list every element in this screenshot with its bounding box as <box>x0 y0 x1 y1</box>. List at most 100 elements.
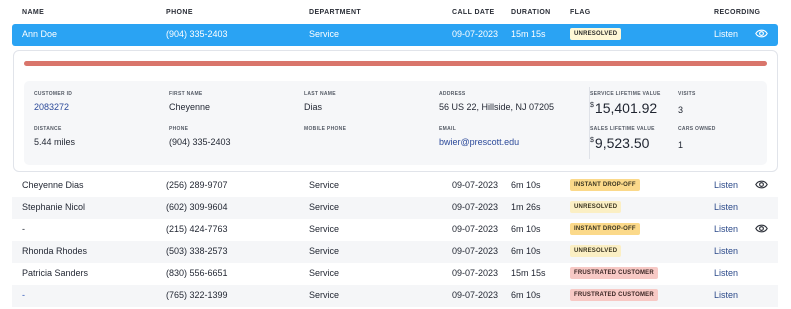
call-date: 09-07-2023 <box>452 29 499 39</box>
call-duration: 15m 15s <box>511 29 546 39</box>
caller-name: Stephanie Nicol <box>22 202 86 212</box>
customer-id-link[interactable]: 2083272 <box>34 102 72 112</box>
customer-id-field: CUSTOMER ID 2083272 <box>34 91 72 112</box>
address-value: 56 US 22, Hillside, NJ 07205 <box>439 102 555 112</box>
eye-icon[interactable] <box>755 179 768 190</box>
listen-link[interactable]: Listen <box>714 224 738 234</box>
distance-label: DISTANCE <box>34 126 62 132</box>
sales-lifetime-value: $9,523.50 <box>590 135 655 151</box>
call-date: 09-07-2023 <box>452 224 499 234</box>
last-name-label: LAST NAME <box>304 91 336 97</box>
column-header-flag[interactable]: FLAG <box>570 9 591 16</box>
call-duration: 6m 10s <box>511 224 541 234</box>
listen-link[interactable]: Listen <box>714 29 738 39</box>
call-duration: 6m 10s <box>511 180 541 190</box>
last-name-field: LAST NAME Dias <box>304 91 336 112</box>
caller-phone: (256) 289-9707 <box>166 180 228 190</box>
call-date: 09-07-2023 <box>452 290 499 300</box>
listen-link[interactable]: Listen <box>714 180 738 190</box>
call-duration: 15m 15s <box>511 268 546 278</box>
call-duration: 6m 10s <box>511 246 541 256</box>
table-row[interactable]: Rhonda Rhodes (503) 338-2573 Service 09-07-… <box>12 241 778 263</box>
phone-field: PHONE (904) 335-2403 <box>169 126 231 147</box>
eye-icon[interactable] <box>755 28 768 39</box>
flag-badge: FRUSTRATED CUSTOMER <box>570 267 658 279</box>
distance-field: DISTANCE 5.44 miles <box>34 126 75 147</box>
visits-label: VISITS <box>678 91 696 97</box>
table-row[interactable]: Patricia Sanders (830) 556-6651 Service 09-… <box>12 263 778 285</box>
call-date: 09-07-2023 <box>452 180 499 190</box>
call-date: 09-07-2023 <box>452 268 499 278</box>
first-name-field: FIRST NAME Cheyenne <box>169 91 210 112</box>
call-date: 09-07-2023 <box>452 202 499 212</box>
address-label: ADDRESS <box>439 91 466 97</box>
table-row[interactable]: Cheyenne Dias (256) 289-9707 Service 09-07-… <box>12 175 778 197</box>
caller-name: Ann Doe <box>22 29 58 39</box>
caller-phone: (904) 335-2403 <box>166 29 228 39</box>
eye-icon[interactable] <box>755 223 768 234</box>
flag-badge: INSTANT DROP-OFF <box>570 223 640 235</box>
table-row[interactable]: - (215) 424-7763 Service 09-07-2023 6m 10s IN… <box>12 219 778 241</box>
sales-lifetime-amount: 9,523.50 <box>594 135 650 151</box>
mobile-phone-field: MOBILE PHONE <box>304 126 346 137</box>
table-row[interactable]: - (765) 322-1399 Service 09-07-2023 6m 10s FR… <box>12 285 778 307</box>
caller-name: Rhonda Rhodes <box>22 246 88 256</box>
column-header-call-date[interactable]: CALL DATE <box>452 9 495 16</box>
currency-symbol: $ <box>590 102 594 109</box>
listen-link[interactable]: Listen <box>714 268 738 278</box>
department: Service <box>309 29 340 39</box>
table-row[interactable]: Stephanie Nicol (602) 309-9604 Service 09-0… <box>12 197 778 219</box>
department: Service <box>309 180 340 190</box>
email-field: EMAIL bwier@prescott.edu <box>439 126 519 147</box>
listen-link[interactable]: Listen <box>714 290 738 300</box>
caller-name: - <box>22 290 25 300</box>
department: Service <box>309 224 340 234</box>
department: Service <box>309 290 340 300</box>
flag-badge: INSTANT DROP-OFF <box>570 179 640 191</box>
call-progress-bar <box>24 61 767 66</box>
column-header-name[interactable]: NAME <box>22 9 44 16</box>
last-name-value: Dias <box>304 102 323 112</box>
cars-owned-label: CARS OWNED <box>678 126 716 132</box>
first-name-value: Cheyenne <box>169 102 211 112</box>
address-field: ADDRESS 56 US 22, Hillside, NJ 07205 <box>439 91 554 112</box>
visits-value: 3 <box>678 105 684 115</box>
table-header: NAME PHONE DEPARTMENT CALL DATE DURATION… <box>0 0 791 24</box>
column-header-recording[interactable]: RECORDING <box>714 9 760 16</box>
service-lifetime-value-label: SERVICE LIFETIME VALUE <box>590 91 661 97</box>
caller-name: Patricia Sanders <box>22 268 89 278</box>
service-lifetime-value: $15,401.92 <box>590 100 661 116</box>
caller-name: - <box>22 224 25 234</box>
service-lifetime-value-field: SERVICE LIFETIME VALUE $15,401.92 <box>590 91 661 116</box>
sales-lifetime-value-field: SALES LIFETIME VALUE $9,523.50 <box>590 126 655 151</box>
column-header-duration[interactable]: DURATION <box>511 9 551 16</box>
table-row-selected[interactable]: Ann Doe (904) 335-2403 Service 09-07-202… <box>12 24 778 46</box>
visits-field: VISITS 3 <box>678 91 696 115</box>
caller-phone: (830) 556-6651 <box>166 268 228 278</box>
service-lifetime-amount: 15,401.92 <box>594 100 658 116</box>
customer-detail-panel: CUSTOMER ID 2083272 FIRST NAME Cheyenne … <box>13 50 778 172</box>
flag-badge: FRUSTRATED CUSTOMER <box>570 289 658 301</box>
column-header-phone[interactable]: PHONE <box>166 9 193 16</box>
call-duration: 6m 10s <box>511 290 541 300</box>
sales-lifetime-value-label: SALES LIFETIME VALUE <box>590 126 655 132</box>
caller-name: Cheyenne Dias <box>22 180 84 190</box>
department: Service <box>309 202 340 212</box>
call-duration: 1m 26s <box>511 202 541 212</box>
listen-link[interactable]: Listen <box>714 246 738 256</box>
department: Service <box>309 268 340 278</box>
email-link[interactable]: bwier@prescott.edu <box>439 137 519 147</box>
column-header-department[interactable]: DEPARTMENT <box>309 9 361 16</box>
caller-phone: (215) 424-7763 <box>166 224 228 234</box>
flag-badge: UNRESOLVED <box>570 28 622 40</box>
caller-phone: (602) 309-9604 <box>166 202 228 212</box>
phone-value: (904) 335-2403 <box>169 137 231 147</box>
mobile-phone-label: MOBILE PHONE <box>304 126 347 132</box>
listen-link[interactable]: Listen <box>714 202 738 212</box>
caller-phone: (765) 322-1399 <box>166 290 228 300</box>
department: Service <box>309 246 340 256</box>
phone-label: PHONE <box>169 126 189 132</box>
call-date: 09-07-2023 <box>452 246 499 256</box>
customer-id-label: CUSTOMER ID <box>34 91 73 97</box>
flag-badge: UNRESOLVED <box>570 201 622 213</box>
